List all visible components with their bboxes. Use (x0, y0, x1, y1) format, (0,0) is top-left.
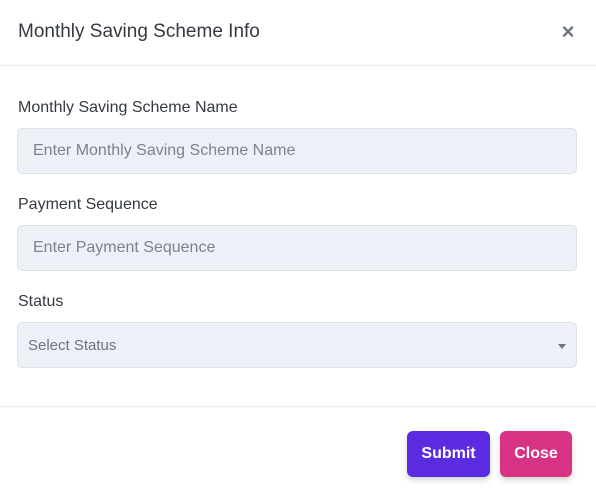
scheme-name-input[interactable] (17, 128, 577, 174)
modal-header: Monthly Saving Scheme Info × (0, 0, 596, 66)
status-label: Status (18, 293, 64, 310)
chevron-down-icon (558, 344, 566, 349)
payment-sequence-input[interactable] (17, 225, 577, 271)
status-select[interactable]: Select Status (17, 322, 577, 368)
submit-button[interactable]: Submit (407, 431, 490, 477)
modal-title: Monthly Saving Scheme Info (18, 21, 260, 42)
close-icon[interactable]: × (558, 20, 578, 44)
status-selected-value: Select Status (28, 337, 117, 354)
modal-dialog: Monthly Saving Scheme Info × Monthly Sav… (0, 0, 596, 501)
scheme-name-label: Monthly Saving Scheme Name (18, 99, 238, 116)
close-button[interactable]: Close (500, 431, 572, 477)
payment-sequence-label: Payment Sequence (18, 196, 158, 213)
modal-footer: Submit Close (0, 406, 596, 501)
